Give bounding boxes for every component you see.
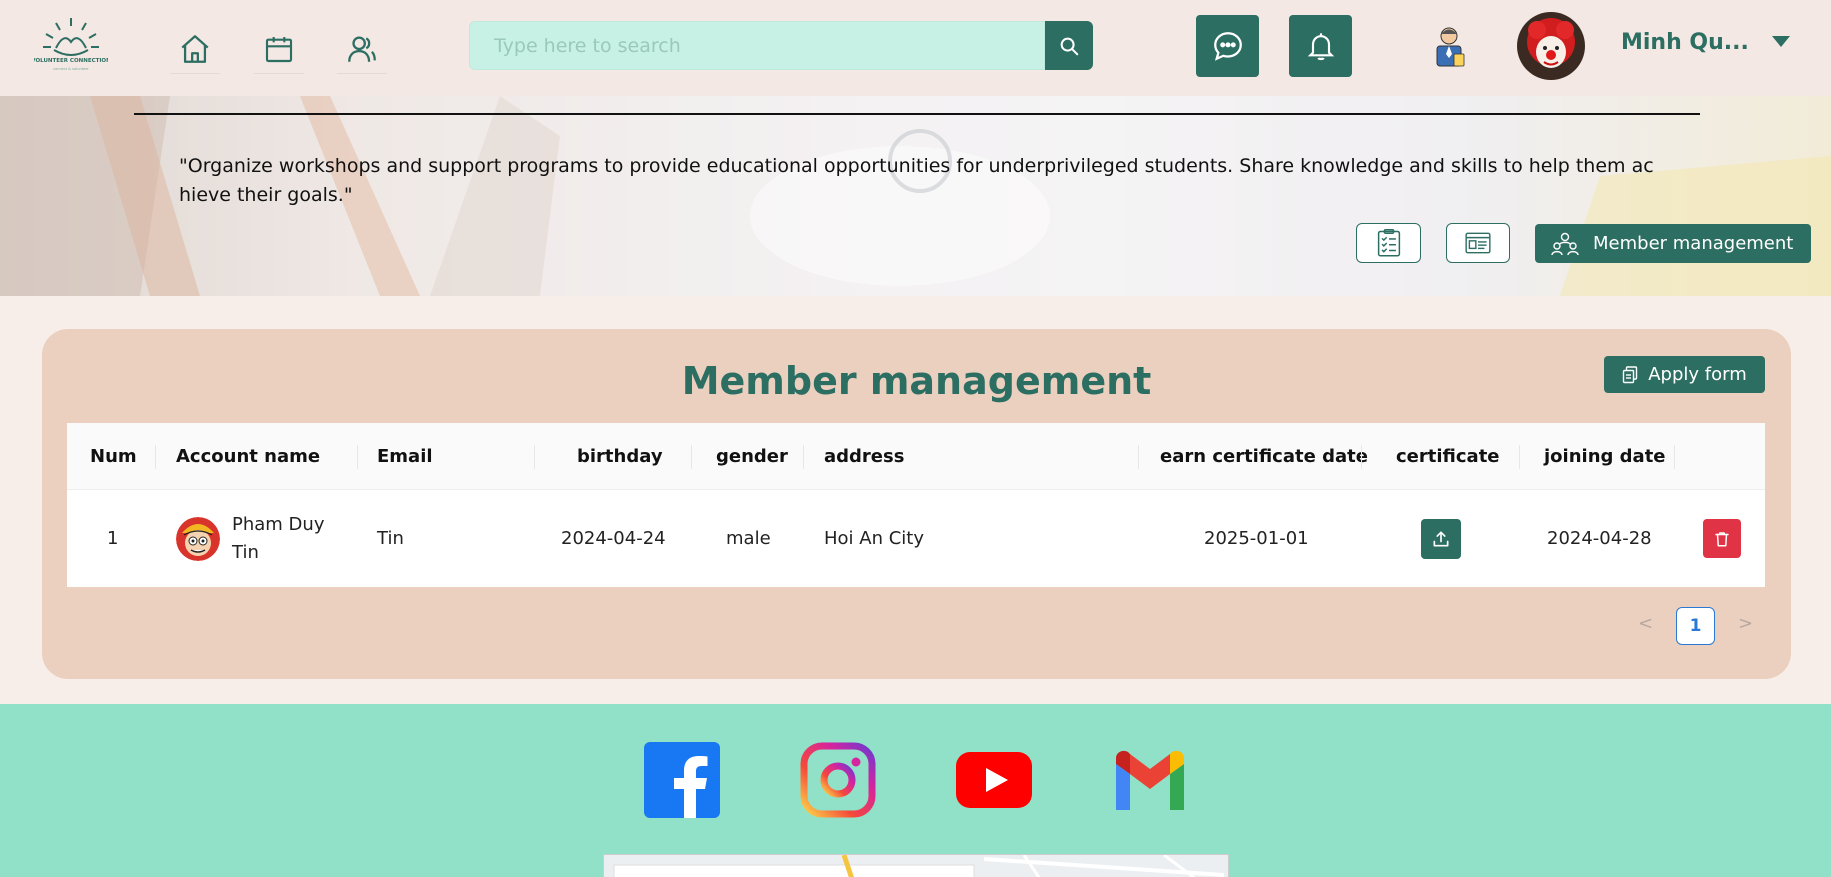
member-avatar[interactable]	[176, 516, 220, 561]
notifications-button[interactable]	[1289, 15, 1352, 77]
cell-gender: male	[726, 528, 771, 549]
column-header-earn-certificate-date: earn certificate date	[1160, 446, 1368, 467]
search-button[interactable]	[1045, 21, 1093, 70]
cell-earn-certificate-date: 2025-01-01	[1204, 528, 1309, 549]
checklist-icon	[1377, 228, 1400, 257]
pagination-page-1[interactable]: 1	[1676, 607, 1715, 645]
svg-text:VOLUNTEER CONNECTION: VOLUNTEER CONNECTION	[34, 58, 108, 64]
cell-address: Hoi An City	[824, 528, 924, 549]
upload-icon	[1433, 531, 1449, 546]
trash-icon	[1715, 531, 1729, 546]
apply-form-button[interactable]: Apply form	[1604, 356, 1765, 393]
apply-form-label: Apply form	[1648, 364, 1747, 385]
upload-certificate-button[interactable]	[1421, 518, 1461, 559]
column-divider	[1138, 445, 1139, 469]
column-header-email: Email	[377, 446, 433, 467]
checklist-button[interactable]	[1356, 223, 1421, 263]
username-label[interactable]: Minh Qu...	[1621, 30, 1749, 55]
column-header-birthday: birthday	[577, 446, 663, 467]
column-header-account-name: Account name	[176, 446, 321, 467]
column-divider	[357, 445, 358, 469]
chat-icon	[1213, 32, 1242, 61]
activity-description: "Organize workshops and support programs…	[179, 155, 1654, 206]
bell-icon	[1307, 33, 1334, 61]
home-icon[interactable]	[170, 24, 220, 74]
column-header-num: Num	[90, 446, 137, 467]
pagination-prev[interactable]: <	[1638, 613, 1653, 634]
column-header-joining-date: joining date	[1544, 446, 1666, 467]
cell-email: Tin	[377, 528, 404, 549]
gmail-icon[interactable]	[1112, 748, 1188, 812]
group-icon	[1551, 232, 1579, 255]
svg-text:connect & volunteer: connect & volunteer	[53, 67, 89, 71]
member-table: Num Account name Email birthday gender a…	[67, 423, 1765, 587]
column-header-address: address	[824, 446, 905, 467]
instagram-icon[interactable]	[800, 742, 876, 818]
search-icon	[1060, 37, 1079, 55]
facebook-icon[interactable]	[644, 742, 720, 818]
activity-banner: "Organize workshops and support programs…	[0, 96, 1831, 296]
cell-actions	[1703, 490, 1741, 587]
people-icon[interactable]	[337, 24, 387, 74]
cell-certificate	[1421, 490, 1461, 587]
divider-line	[134, 113, 1700, 115]
volunteer-badge-icon[interactable]	[1428, 24, 1470, 68]
column-header-certificate: certificate	[1396, 446, 1500, 467]
copy-document-icon	[1623, 365, 1638, 383]
cell-num: 1	[107, 528, 119, 549]
cell-account-name: Pham Duy Tin	[176, 490, 332, 587]
column-header-gender: gender	[716, 446, 788, 467]
column-divider	[534, 445, 535, 469]
column-divider	[155, 445, 156, 469]
member-management-button[interactable]: Member management	[1535, 224, 1811, 263]
cell-birthday: 2024-04-24	[561, 528, 666, 549]
column-divider	[1674, 445, 1675, 469]
document-icon	[1465, 232, 1491, 254]
report-button[interactable]	[1446, 223, 1510, 263]
footer	[0, 704, 1831, 877]
location-map[interactable]	[603, 854, 1229, 877]
delete-member-button[interactable]	[1703, 519, 1741, 558]
member-management-panel: Member management Apply form Num Account…	[42, 329, 1791, 679]
messages-button[interactable]	[1196, 15, 1259, 77]
pagination-next[interactable]: >	[1738, 613, 1753, 634]
search-input[interactable]	[469, 21, 1045, 70]
user-avatar[interactable]	[1517, 12, 1585, 80]
chevron-down-icon[interactable]	[1772, 36, 1790, 47]
top-navbar: VOLUNTEER CONNECTION connect & volunteer	[0, 0, 1831, 96]
column-divider	[803, 445, 804, 469]
search-bar	[469, 21, 1093, 70]
panel-title: Member management	[681, 359, 1152, 403]
table-row[interactable]: 1 Pham Duy Tin Tin 2024-04-24 male Hoi A…	[67, 490, 1765, 587]
column-divider	[1519, 445, 1520, 469]
table-header: Num Account name Email birthday gender a…	[67, 423, 1765, 490]
member-management-label: Member management	[1593, 233, 1794, 254]
cell-joining-date: 2024-04-28	[1547, 528, 1652, 549]
youtube-icon[interactable]	[956, 752, 1032, 808]
column-divider	[1361, 445, 1362, 469]
calendar-icon[interactable]	[254, 24, 304, 74]
account-name-text: Pham Duy Tin	[232, 513, 325, 563]
column-divider	[691, 445, 692, 469]
volunteer-connection-logo[interactable]: VOLUNTEER CONNECTION connect & volunteer	[31, 10, 111, 82]
